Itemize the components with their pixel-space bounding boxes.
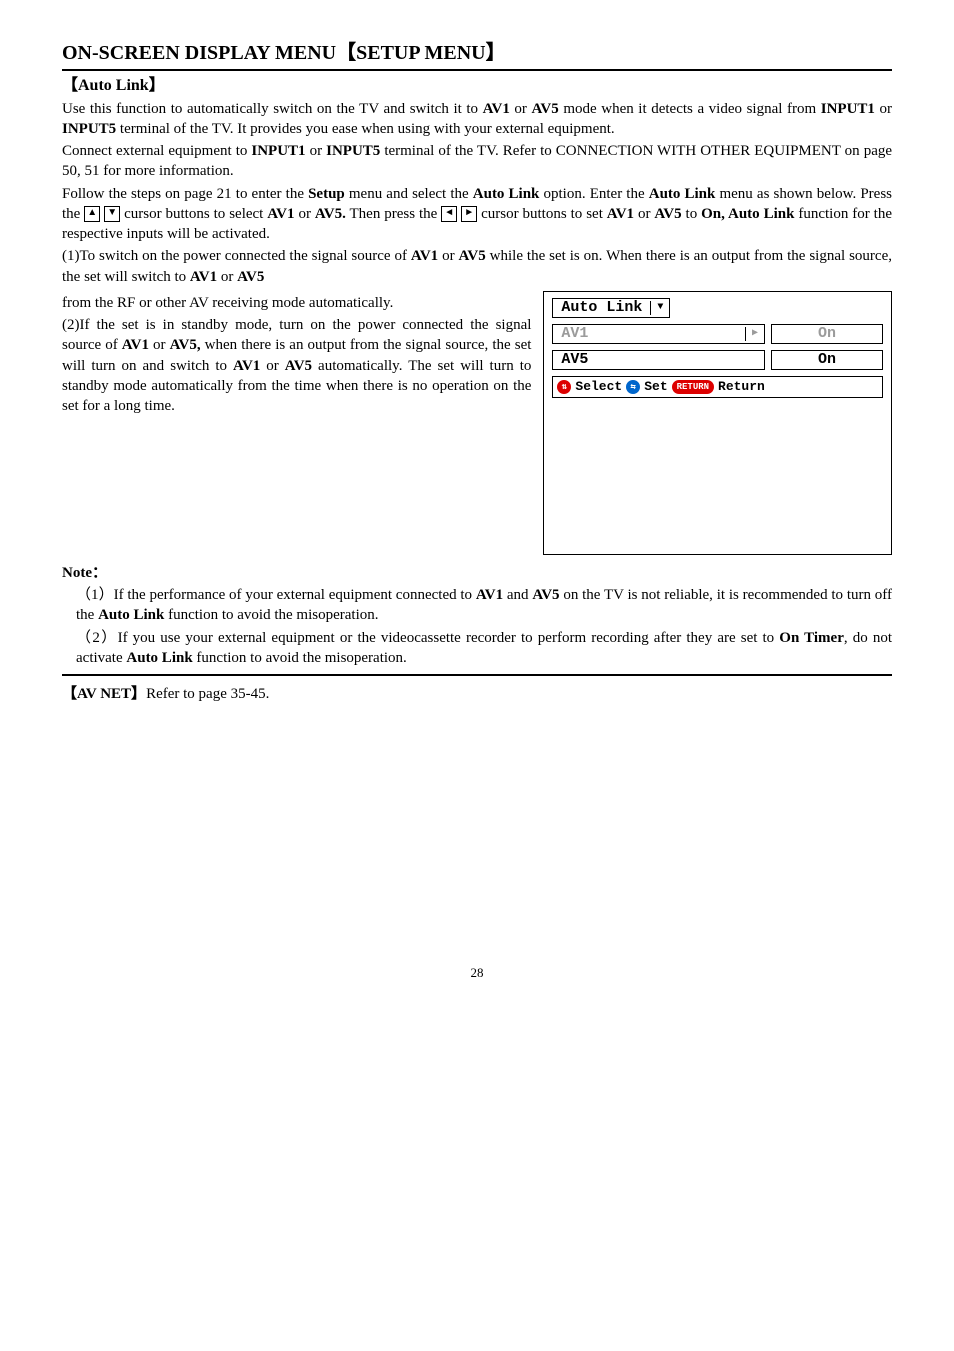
auto-link-p5: (2)If the set is in standby mode, turn o… [62, 315, 531, 416]
return-pill-icon: RETURN [672, 380, 714, 394]
play-icon: ▶ [745, 327, 764, 341]
dropdown-icon: ▼ [650, 301, 669, 315]
note-2: （2）If you use your external equipment or… [76, 628, 892, 669]
auto-link-p4-cont: from the RF or other AV receiving mode a… [62, 293, 531, 313]
select-icon: ⇅ [557, 380, 571, 394]
auto-link-p1: Use this function to automatically switc… [62, 99, 892, 140]
page-number: 28 [62, 964, 892, 982]
osd-row-av5: AV5 On [552, 350, 883, 370]
left-arrow-icon: ◄ [441, 206, 457, 222]
note-1: （1）If the performance of your external e… [76, 585, 892, 626]
set-icon: ⇆ [626, 380, 640, 394]
osd-dropdown: Auto Link▼ [552, 298, 670, 318]
auto-link-p2: Connect external equipment to INPUT1 or … [62, 141, 892, 182]
up-arrow-icon: ▲ [84, 206, 100, 222]
osd-footer: ⇅Select ⇆Set RETURNReturn [552, 376, 883, 398]
osd-preview: Auto Link▼ AV1▶ On AV5 On ⇅Select ⇆Set R… [543, 291, 892, 555]
down-arrow-icon: ▼ [104, 206, 120, 222]
av-net-section: 【AV NET】Refer to page 35-45. [62, 684, 892, 704]
osd-row-av1: AV1▶ On [552, 324, 883, 344]
auto-link-p4-pre: (1)To switch on the power connected the … [62, 246, 892, 287]
divider [62, 674, 892, 676]
note-heading: Note： [62, 563, 892, 583]
auto-link-p3: Follow the steps on page 21 to enter the… [62, 184, 892, 245]
right-arrow-icon: ► [461, 206, 477, 222]
auto-link-heading: 【Auto Link】 [62, 75, 892, 97]
note-list: （1）If the performance of your external e… [62, 585, 892, 668]
page-title: ON-SCREEN DISPLAY MENU【SETUP MENU】 [62, 40, 892, 71]
